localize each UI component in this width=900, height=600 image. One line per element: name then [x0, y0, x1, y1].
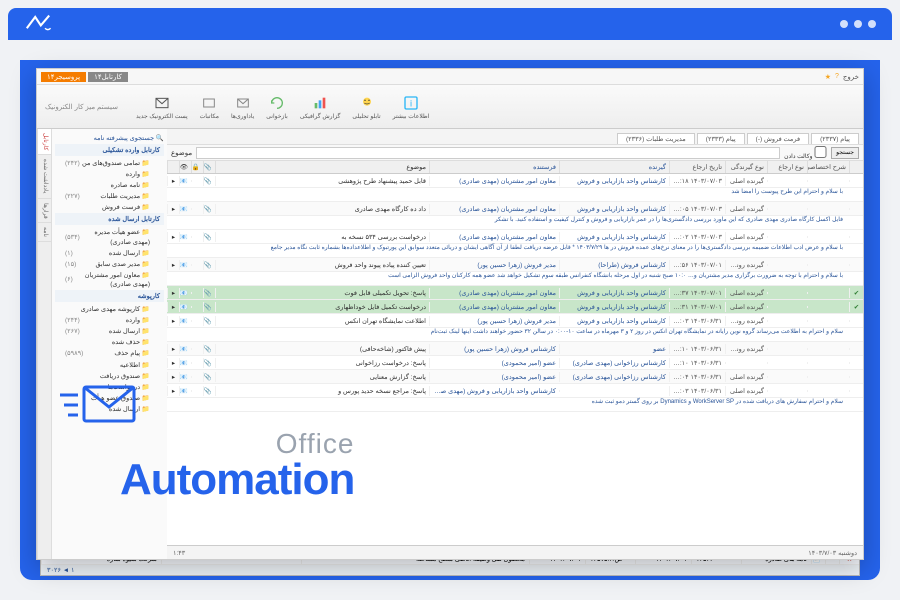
tree-item[interactable]: 📁 معاون امور مشتریان (مهدی صادری)(۶): [55, 270, 164, 290]
tree-section[interactable]: کارتابل وارده تشکیلی: [55, 144, 164, 156]
grid-row[interactable]: گیرنده اصلی۱۴۰۳/۰۷/۰۳ ۱۳:۰۲کارشناس واحد …: [167, 230, 863, 244]
status-time: ۱:۴۳: [173, 549, 185, 557]
tree-section[interactable]: کارپوشه: [55, 290, 164, 302]
vtab[interactable]: یادداشت شده: [38, 155, 51, 198]
ribbon-graph[interactable]: گزارش گرافیکی: [300, 94, 341, 120]
ribbon-refresh[interactable]: بازخوانی: [266, 94, 288, 120]
tree-item[interactable]: 📁 پیام حذف(۵۹۸۹): [55, 348, 164, 359]
grid-row-preview: با سلام و احترام این طرح پیوست را امضا ش…: [167, 188, 863, 202]
tree-item[interactable]: 📁 عضو هیأت مدیره (مهدی صادری)(۵۳۴): [55, 227, 164, 247]
search-check-label[interactable]: وکالت دادن: [784, 146, 827, 160]
main-tab[interactable]: فرمت فروش (-): [747, 133, 809, 144]
grid-row-preview: با سلام و عرض ادب اطلاعات ضمیمه بررسی دا…: [167, 244, 863, 258]
browser-chrome: [8, 8, 892, 40]
grid-body[interactable]: گیرنده اصلی۱۴۰۳/۰۷/۰۳ ۱۳:۱۸کارشناس واحد …: [167, 174, 863, 545]
search-button[interactable]: جستجو: [831, 147, 859, 159]
tree-item[interactable]: 📁 ارسال شده(۲۶۷): [55, 326, 164, 337]
col-recvtype[interactable]: نوع گیرندگی: [725, 161, 767, 173]
title-tab[interactable]: کارتابل۱۴: [88, 72, 128, 82]
titlebar: خروج ? ★ کارتابل۱۴ پروسیجر۱۴: [37, 69, 863, 85]
col-to[interactable]: گیرنده: [559, 161, 669, 173]
tree-item[interactable]: 📁 کارپوشه مهدی صادری: [55, 304, 164, 315]
tree-item[interactable]: 📁 تمامی صندوق‌های من(۲۴۲): [55, 158, 164, 169]
svg-text:i: i: [410, 98, 412, 108]
ribbon-contacts[interactable]: مکاتبات: [200, 94, 219, 120]
app-window: خروج ? ★ کارتابل۱۴ پروسیجر۱۴ iاطلاعات بی…: [36, 68, 864, 560]
tree-item[interactable]: 📁 ارسال شده(۱): [55, 248, 164, 259]
tree-item[interactable]: 📁 حذف شده: [55, 337, 164, 348]
ribbon-new-mail[interactable]: پست الکترونیک جدید: [136, 94, 188, 120]
tree-item[interactable]: 📁 فرست فروش: [55, 202, 164, 213]
window-controls: [840, 20, 876, 28]
tree-section[interactable]: کارتابل ارسال شده: [55, 213, 164, 225]
vertical-tabs: کارتابل یادداشت شده قرارها نامه: [38, 129, 52, 559]
right-panel: 🔍 جستجوی پیشرفته نامه کارتابل وارده تشکی…: [37, 129, 167, 559]
panel-search-link[interactable]: 🔍 جستجوی پیشرفته نامه: [55, 132, 164, 144]
grid-header: شرح اختصاصی نوع ارجاع نوع گیرندگی تاریخ …: [167, 161, 863, 174]
dot-icon: [868, 20, 876, 28]
grid-row[interactable]: گیرنده رونوشت۱۴۰۳/۰۶/۳۱ ۱۱:۰۳کارشناس واح…: [167, 314, 863, 328]
search-row: جستجو وکالت دادن موضوع: [167, 145, 863, 161]
grid-row[interactable]: ۱۴۰۳/۰۶/۳۱ ۱۳:۱۰کارشناس رزاخوانی (مهدی ص…: [167, 356, 863, 370]
grid-row[interactable]: ✔گیرنده اصلی۱۴۰۳/۰۷/۰۱ ۱۰:۳۱کارشناس واحد…: [167, 300, 863, 314]
search-label: موضوع: [171, 149, 192, 157]
tree-item[interactable]: 📁 صندوق دریافت: [55, 371, 164, 382]
grid-row[interactable]: گیرنده رونوشت۱۴۰۳/۰۶/۳۱ ۱۳:۱۰عضوکارشناس …: [167, 342, 863, 356]
tree-item[interactable]: 📁 مدیریت طلبات(۲۲۷): [55, 191, 164, 202]
ribbon: iاطلاعات بیشتر تابلو تحلیلی گزارش گرافیک…: [37, 85, 863, 129]
grid-row-preview: با سلام و احترام با توجه به ضرورت برگزار…: [167, 272, 863, 286]
tree-item[interactable]: 📁 صندوق عضو هیأت: [55, 393, 164, 404]
dot-icon: [854, 20, 862, 28]
main-tabs: پیام (۲۳۳۷) فرمت فروش (-) پیام (۲۳۳۳) مد…: [167, 129, 863, 145]
main-tab[interactable]: مدیریت طلبات (۲۳۳۶): [617, 133, 695, 144]
tree-panel[interactable]: 🔍 جستجوی پیشرفته نامه کارتابل وارده تشکی…: [52, 129, 167, 559]
tree-item[interactable]: 📁 مدیر صدی سابق(۱۵): [55, 259, 164, 270]
star-icon[interactable]: ★: [825, 73, 831, 81]
tree-item[interactable]: 📁 ارسال شده: [55, 404, 164, 415]
title-tab-active[interactable]: پروسیجر۱۴: [41, 72, 86, 82]
exit-link[interactable]: خروج: [843, 73, 859, 81]
col-subject[interactable]: موضوع: [215, 161, 429, 173]
status-date: دوشنبه ۱۴۰۳/۷/۰۳: [808, 549, 857, 557]
help-icon[interactable]: ?: [835, 73, 839, 80]
col-recv[interactable]: شرح اختصاصی: [807, 161, 849, 173]
tree-item[interactable]: 📁 وارده(۲۴۴): [55, 315, 164, 326]
vtab[interactable]: نامه: [38, 223, 51, 242]
dot-icon: [840, 20, 848, 28]
grid-row[interactable]: گیرنده اصلی۱۴۰۳/۰۶/۳۱ ۱۳:۰۳کارشناس واحد …: [167, 384, 863, 398]
vtab[interactable]: قرارها: [38, 199, 51, 224]
main-area: پیام (۲۳۳۷) فرمت فروش (-) پیام (۲۳۳۳) مد…: [167, 129, 863, 559]
grid-row-preview: سلام و احترام سفارش های دریافت شده در Wo…: [167, 398, 863, 412]
system-title: سیستم میز کار الکترونیک: [45, 103, 124, 111]
tree-item[interactable]: 📁 نامه صادره: [55, 180, 164, 191]
search-input[interactable]: [196, 147, 780, 159]
grid-row-preview: سلام و احترام به اطلاعت می‌رساند گروه نو…: [167, 328, 863, 342]
col-from[interactable]: فرستنده: [429, 161, 559, 173]
grid-row[interactable]: گیرنده رونوشت۱۴۰۳/۰۷/۰۱ ۰۹:۵۶کارشناس فرو…: [167, 258, 863, 272]
statusbar: دوشنبه ۱۴۰۳/۷/۰۳ ۱:۴۳: [167, 545, 863, 559]
app-logo-icon: [24, 14, 52, 34]
tree-item[interactable]: 📁 اطلاعیه: [55, 360, 164, 371]
main-tab[interactable]: پیام (۲۳۳۳): [697, 133, 745, 144]
pager[interactable]: ۱ ◄ ۳۰۲۶: [41, 565, 859, 575]
ribbon-followups[interactable]: یادا‌وری‌ها: [231, 94, 254, 120]
ribbon-analytic[interactable]: تابلو تحلیلی: [352, 94, 380, 120]
grid-row[interactable]: گیرنده اصلی۱۴۰۳/۰۷/۰۳ ۱۳:۱۸کارشناس واحد …: [167, 174, 863, 188]
grid-row-preview: فایل اکسل کارگاه صادری مهدی صادری که این…: [167, 216, 863, 230]
grid-row[interactable]: گیرنده اصلی۱۴۰۳/۰۷/۰۳ ۱۳:۰۵کارشناس واحد …: [167, 202, 863, 216]
vtab[interactable]: کارتابل: [38, 129, 51, 155]
grid-row[interactable]: ✔گیرنده اصلی۱۴۰۳/۰۷/۰۱ ۱۰:۳۷کارشناس واحد…: [167, 286, 863, 300]
tree-item[interactable]: 📁 درخواست‌ها: [55, 382, 164, 393]
main-tab[interactable]: پیام (۲۳۳۷): [811, 133, 859, 144]
ribbon-more[interactable]: iاطلاعات بیشتر: [393, 94, 430, 120]
col-reftype[interactable]: نوع ارجاع: [767, 161, 807, 173]
tree-item[interactable]: 📁 وارده: [55, 169, 164, 180]
grid-row[interactable]: گیرنده اصلی۱۴۰۳/۰۶/۳۱ ۱۳:۰۴کارشناس رزاخو…: [167, 370, 863, 384]
col-date[interactable]: تاریخ ارجاع: [669, 161, 725, 173]
